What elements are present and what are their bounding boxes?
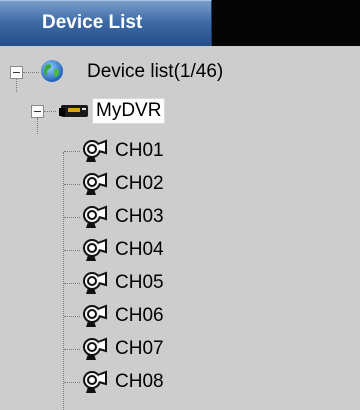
tree-node-mydvr[interactable]: MyDVR [92,95,166,127]
tree-node-channel[interactable]: CH06 [112,300,167,332]
channel-label: CH04 [115,239,164,260]
tree-line [64,217,80,218]
camera-icon [83,205,107,228]
channel-label: CH01 [115,140,164,161]
camera-icon [83,238,107,261]
dvr-icon [59,105,88,117]
channel-label: CH05 [115,272,164,293]
camera-icon [83,370,107,393]
root-label: Device list(1/46) [87,61,224,82]
tree-line [37,118,38,134]
camera-icon [83,271,107,294]
collapse-toggle[interactable] [10,66,23,79]
collapse-toggle[interactable] [31,105,44,118]
tree-node-channel[interactable]: CH07 [112,333,167,365]
channel-label: CH08 [115,371,164,392]
channel-label: CH02 [115,173,164,194]
camera-icon [83,139,107,162]
device-label: MyDVR [92,98,166,124]
device-tree: Device list(1/46) MyDVR CH01 CH02 CH03 CH04… [0,46,360,410]
tree-node-root[interactable]: Device list(1/46) [84,56,226,88]
tree-node-channel[interactable]: CH05 [112,267,167,299]
camera-icon [83,337,107,360]
tree-line [64,382,80,383]
tab-bar: Device List [0,0,360,46]
tree-line [64,283,80,284]
camera-icon [83,172,107,195]
channel-label: CH03 [115,206,164,227]
tree-line [64,184,80,185]
tree-line [44,111,56,112]
tree-node-channel[interactable]: CH08 [112,366,167,398]
tree-line [64,349,80,350]
globe-icon [41,60,63,82]
tree-line [16,79,17,92]
tree-line [64,151,80,152]
tree-node-channel[interactable]: CH03 [112,201,167,233]
tree-node-channel[interactable]: CH04 [112,234,167,266]
camera-icon [83,304,107,327]
tree-line [64,250,80,251]
channel-label: CH07 [115,338,164,359]
tree-line [63,152,64,410]
tree-node-channel[interactable]: CH01 [112,135,167,167]
tree-line [23,72,39,73]
tree-line [64,316,80,317]
channel-label: CH06 [115,305,164,326]
tab-device-list[interactable]: Device List [0,0,212,46]
tree-node-channel[interactable]: CH02 [112,168,167,200]
